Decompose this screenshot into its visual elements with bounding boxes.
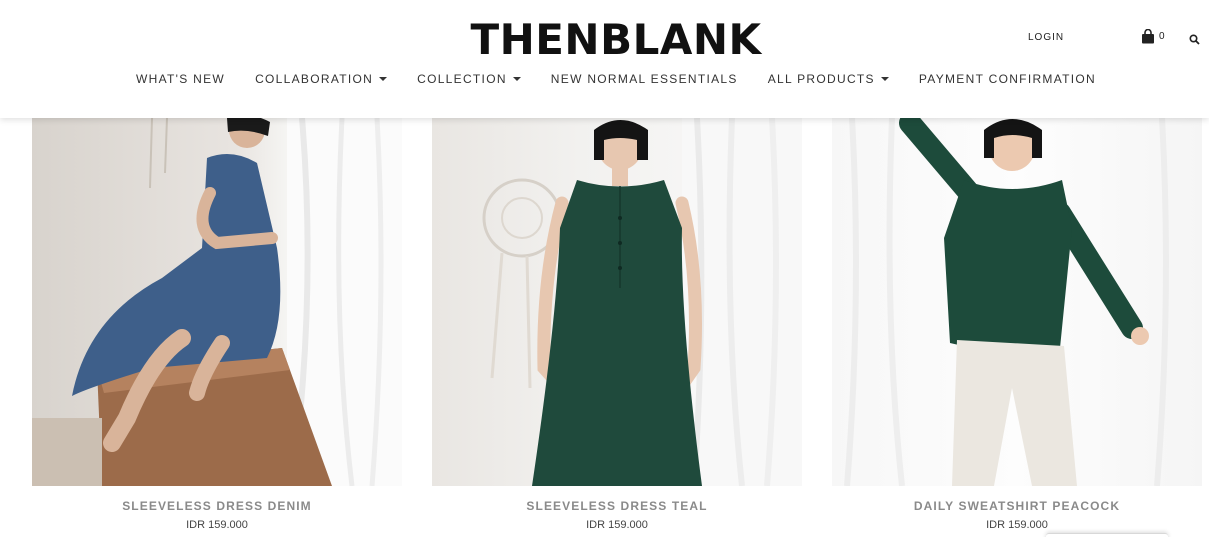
shopping-bag-icon [1142,29,1154,44]
nav-item-whats-new[interactable]: WHAT'S NEW [136,72,225,86]
cart-button[interactable]: 0 [1141,29,1165,44]
cart-count: 0 [1159,31,1165,42]
product-image[interactable] [32,118,402,486]
search-icon [1189,34,1200,45]
product-name[interactable]: SLEEVELESS DRESS TEAL [432,499,802,513]
nav-item-label: COLLABORATION [255,72,374,86]
nav-item-label: ALL PRODUCTS [767,72,875,86]
product-card-1[interactable]: SLEEVELESS DRESS DENIM IDR 159.000 [32,118,402,531]
site-header: THENBLANK LOGIN 0 WHAT'S NEW COLLABORATI… [0,0,1209,118]
product-photo-peacock [844,118,1169,486]
nav-item-all-products[interactable]: ALL PRODUCTS [768,72,889,86]
chat-widget-tab[interactable] [1046,533,1168,537]
product-photo-denim [32,118,402,486]
caret-down-icon [379,77,388,81]
product-card-3[interactable]: DAILY SWEATSHIRT PEACOCK IDR 159.000 [832,118,1202,531]
product-image[interactable] [832,118,1202,486]
product-card-2[interactable]: SLEEVELESS DRESS TEAL IDR 159.000 [432,118,802,531]
nav-item-label: WHAT'S NEW [136,72,226,86]
search-button[interactable] [1189,32,1200,50]
product-photo-teal [482,118,802,486]
nav-item-label: COLLECTION [417,72,507,86]
nav-item-payment-confirmation[interactable]: PAYMENT CONFIRMATION [919,72,1096,86]
main-nav: WHAT'S NEW COLLABORATION COLLECTION NEW … [0,72,1209,86]
nav-item-label: NEW NORMAL ESSENTIALS [550,72,738,86]
product-name[interactable]: SLEEVELESS DRESS DENIM [32,499,402,513]
nav-item-label: PAYMENT CONFIRMATION [918,72,1096,86]
caret-down-icon [512,77,521,81]
nav-item-collection[interactable]: COLLECTION [417,72,521,86]
product-price: IDR 159.000 [986,519,1048,531]
product-image[interactable] [432,118,802,486]
login-link[interactable]: LOGIN [1028,32,1064,43]
caret-down-icon [880,77,889,81]
nav-item-new-normal-essentials[interactable]: NEW NORMAL ESSENTIALS [551,72,738,86]
nav-item-collaboration[interactable]: COLLABORATION [255,72,388,86]
product-price: IDR 159.000 [586,519,648,531]
product-name[interactable]: DAILY SWEATSHIRT PEACOCK [832,499,1202,513]
product-price: IDR 159.000 [186,519,248,531]
